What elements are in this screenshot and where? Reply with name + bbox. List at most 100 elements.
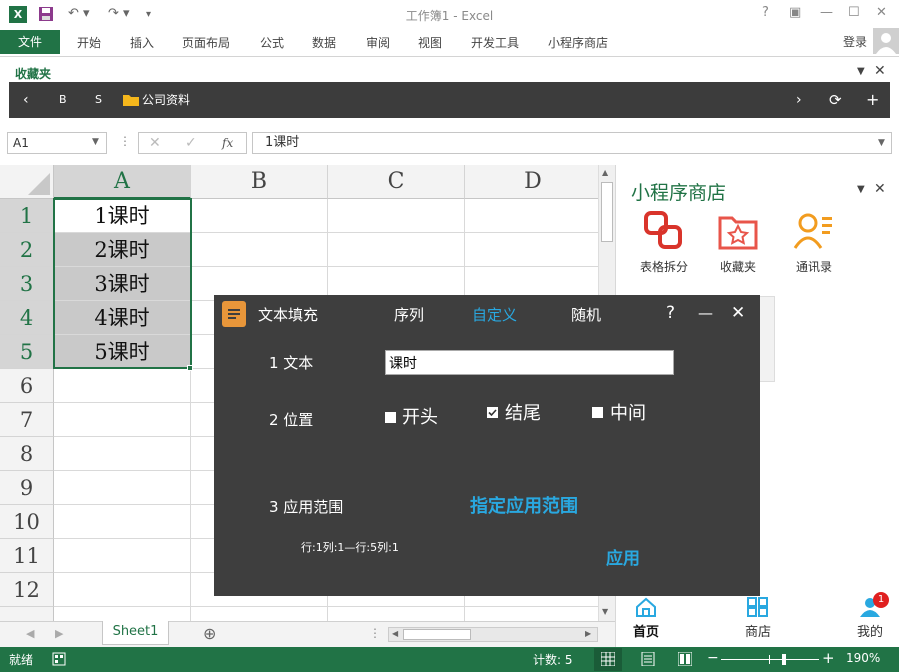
- row-header-4[interactable]: 4: [0, 301, 54, 335]
- grid-cell[interactable]: [54, 607, 191, 621]
- scroll-up-icon[interactable]: ▲: [602, 168, 608, 177]
- login-link[interactable]: 登录: [843, 33, 867, 50]
- option-end-checkbox[interactable]: [487, 407, 498, 418]
- option-start-label[interactable]: 开头: [402, 403, 438, 429]
- close-panel-icon[interactable]: ✕: [874, 181, 886, 197]
- grid-cell[interactable]: [465, 607, 598, 621]
- zoom-slider-thumb[interactable]: [782, 654, 786, 665]
- pane-options-icon[interactable]: ▼: [857, 66, 865, 77]
- row-header-1[interactable]: 1: [0, 199, 54, 233]
- add-sheet-icon[interactable]: ⊕: [203, 624, 216, 643]
- tab-developer[interactable]: 开发工具: [471, 34, 519, 51]
- column-header-d[interactable]: D: [465, 165, 598, 199]
- option-middle-checkbox[interactable]: [592, 407, 603, 418]
- grid-cell[interactable]: [465, 199, 598, 233]
- tab-file[interactable]: 文件: [0, 30, 60, 54]
- forward-icon[interactable]: ›: [796, 82, 802, 118]
- zoom-slider[interactable]: [721, 659, 819, 660]
- row-header-11[interactable]: 11: [0, 539, 54, 573]
- row-header-5[interactable]: 5: [0, 335, 54, 369]
- macro-record-icon[interactable]: [52, 652, 66, 666]
- scroll-right-icon[interactable]: ▶: [585, 629, 591, 638]
- panel-options-icon[interactable]: ▼: [857, 184, 865, 195]
- select-all-corner[interactable]: [0, 165, 54, 199]
- dialog-minimize-icon[interactable]: —: [698, 304, 713, 322]
- column-header-c[interactable]: C: [328, 165, 465, 199]
- expand-formula-icon[interactable]: ▼: [878, 138, 885, 148]
- grid-cell[interactable]: [328, 199, 465, 233]
- scroll-down-icon[interactable]: ▼: [602, 607, 608, 616]
- close-pane-icon[interactable]: ✕: [874, 63, 886, 79]
- grid-cell[interactable]: [54, 505, 191, 539]
- help-icon[interactable]: ?: [762, 5, 769, 20]
- tab-mini-store[interactable]: 小程序商店: [548, 34, 608, 51]
- grid-cell[interactable]: [328, 607, 465, 621]
- sheet-splitter-icon[interactable]: ⋮: [369, 626, 381, 640]
- minimize-window-icon[interactable]: —: [820, 5, 833, 20]
- tab-formulas[interactable]: 公式: [260, 34, 284, 51]
- option-end-label[interactable]: 结尾: [505, 399, 541, 425]
- page-layout-view-icon[interactable]: [641, 652, 655, 666]
- tab-insert[interactable]: 插入: [130, 34, 154, 51]
- prev-sheet-icon[interactable]: ◀: [26, 627, 34, 640]
- back-icon[interactable]: ‹: [23, 82, 29, 118]
- refresh-icon[interactable]: ⟳: [829, 82, 842, 118]
- fill-handle[interactable]: [187, 365, 193, 371]
- zoom-level[interactable]: 190%: [846, 651, 880, 665]
- grid-cell[interactable]: [54, 437, 191, 471]
- tab-home[interactable]: 开始: [77, 34, 101, 51]
- app-favorites[interactable]: 收藏夹: [710, 210, 766, 274]
- sheet-tab-sheet1[interactable]: Sheet1: [102, 621, 169, 645]
- dialog-close-icon[interactable]: ✕: [731, 303, 745, 323]
- option-start-checkbox[interactable]: [385, 412, 396, 423]
- row-header-7[interactable]: 7: [0, 403, 54, 437]
- row-header-8[interactable]: 8: [0, 437, 54, 471]
- grid-cell[interactable]: [54, 573, 191, 607]
- tab-data[interactable]: 数据: [312, 34, 336, 51]
- grid-cell[interactable]: [54, 471, 191, 505]
- bold-b-button[interactable]: B: [59, 82, 67, 118]
- tab-page-layout[interactable]: 页面布局: [182, 34, 230, 51]
- app-contacts[interactable]: 通讯录: [786, 210, 842, 274]
- grid-cell[interactable]: [191, 607, 328, 621]
- column-header-b[interactable]: B: [191, 165, 328, 199]
- add-icon[interactable]: +: [866, 82, 879, 118]
- cancel-icon[interactable]: ✕: [149, 135, 161, 151]
- scroll-left-icon[interactable]: ◀: [392, 629, 398, 638]
- enter-icon[interactable]: ✓: [185, 135, 197, 151]
- app-split-table[interactable]: 表格拆分: [636, 210, 692, 274]
- formula-input[interactable]: 1课时: [252, 132, 892, 154]
- grid-cell[interactable]: [54, 403, 191, 437]
- name-box-dropdown-icon[interactable]: ▼: [92, 137, 99, 147]
- zoom-out-icon[interactable]: −: [707, 650, 719, 666]
- insert-function-icon[interactable]: fx: [222, 136, 233, 150]
- folder-icon[interactable]: [123, 93, 139, 107]
- apply-button[interactable]: 应用: [606, 544, 640, 569]
- folder-label[interactable]: 公司资料: [142, 82, 190, 118]
- grid-cell[interactable]: [191, 233, 328, 267]
- nav-store[interactable]: 商店: [740, 597, 776, 641]
- row-header-9[interactable]: 9: [0, 471, 54, 505]
- grid-cell[interactable]: [54, 369, 191, 403]
- grid-cell[interactable]: [191, 199, 328, 233]
- specify-range-link[interactable]: 指定应用范围: [470, 492, 578, 518]
- close-window-icon[interactable]: ✕: [876, 5, 887, 20]
- s-button[interactable]: S: [95, 82, 102, 118]
- tab-sequence[interactable]: 序列: [394, 304, 424, 325]
- grid-cell[interactable]: [54, 539, 191, 573]
- next-sheet-icon[interactable]: ▶: [55, 627, 63, 640]
- horizontal-scrollbar[interactable]: ◀ ▶: [388, 627, 598, 642]
- row-header-10[interactable]: 10: [0, 505, 54, 539]
- row-header-2[interactable]: 2: [0, 233, 54, 267]
- maximize-window-icon[interactable]: ☐: [848, 5, 860, 20]
- horizontal-scroll-thumb[interactable]: [403, 629, 471, 640]
- avatar[interactable]: [873, 28, 899, 54]
- text-input[interactable]: [385, 350, 674, 375]
- page-break-view-icon[interactable]: [678, 652, 692, 666]
- tab-custom[interactable]: 自定义: [472, 304, 517, 325]
- row-header-12[interactable]: 12: [0, 573, 54, 607]
- grid-cell[interactable]: [328, 233, 465, 267]
- row-header-3[interactable]: 3: [0, 267, 54, 301]
- nav-home[interactable]: 首页: [628, 597, 664, 641]
- tab-view[interactable]: 视图: [418, 34, 442, 51]
